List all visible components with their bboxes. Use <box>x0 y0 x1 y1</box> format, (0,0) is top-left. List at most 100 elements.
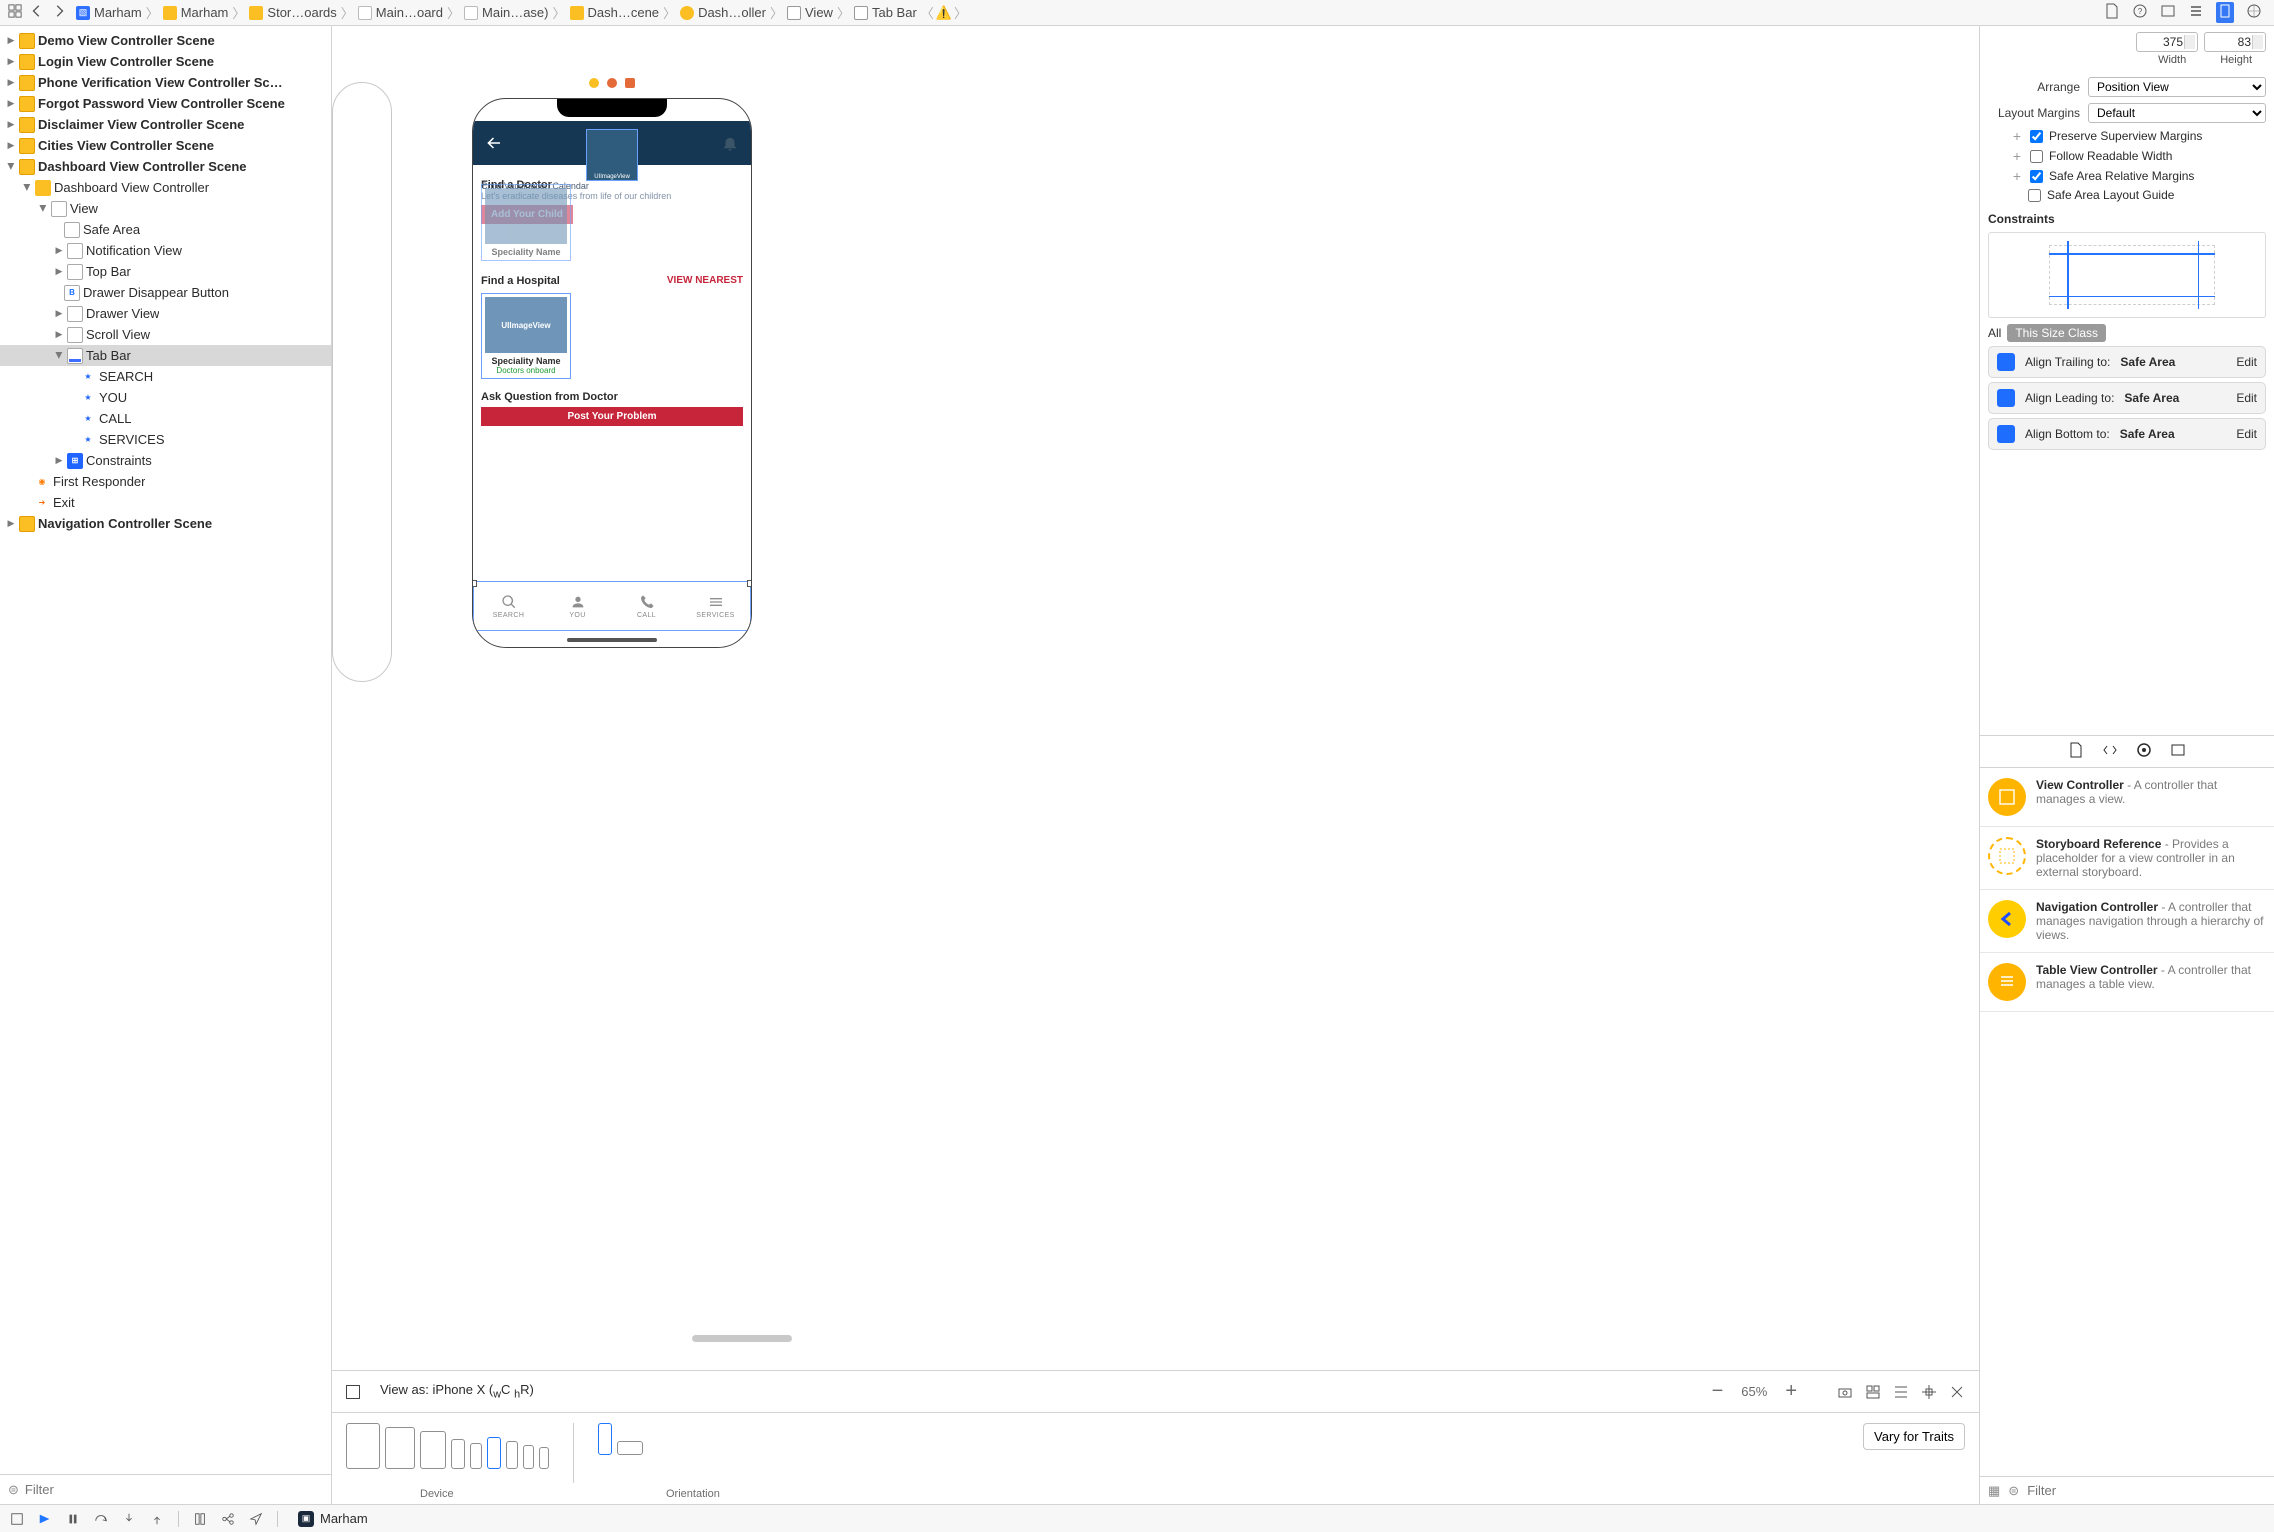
outline-toggle-icon[interactable] <box>346 1385 360 1399</box>
scene-row[interactable]: ▶Navigation Controller Scene <box>0 513 331 534</box>
selection-handle[interactable] <box>472 580 477 587</box>
library-item[interactable]: View Controller - A controller that mana… <box>1980 768 2274 827</box>
orientation-picker[interactable] <box>598 1423 643 1455</box>
help-inspector-icon[interactable]: ? <box>2132 3 2148 22</box>
constraint-item[interactable]: Align Trailing to:Safe AreaEdit <box>1988 346 2266 378</box>
forward-icon[interactable] <box>52 4 66 21</box>
constraint-item[interactable]: Align Leading to:Safe AreaEdit <box>1988 382 2266 414</box>
debug-bar: ▣Marham <box>0 1504 2274 1532</box>
tabitem-row[interactable]: ★SERVICES <box>0 429 331 450</box>
device-picker[interactable] <box>346 1423 549 1469</box>
button-row[interactable]: BDrawer Disappear Button <box>0 282 331 303</box>
attributes-inspector-icon[interactable] <box>2188 3 2204 22</box>
edit-button[interactable]: Edit <box>2236 391 2257 405</box>
view-row[interactable]: ▶Scroll View <box>0 324 331 345</box>
width-field[interactable]: 375 <box>2136 32 2198 52</box>
step-out-icon[interactable] <box>150 1512 164 1526</box>
first-responder-row[interactable]: ◉First Responder <box>0 471 331 492</box>
scene-row[interactable]: ▶Dashboard View Controller Scene <box>0 156 331 177</box>
scene-row[interactable]: ▶Forgot Password View Controller Scene <box>0 93 331 114</box>
view-as-label[interactable]: View as: iPhone X (wC hR) <box>380 1382 534 1401</box>
tabbar-row[interactable]: ▶Tab Bar <box>0 345 331 366</box>
identity-inspector-icon[interactable] <box>2160 3 2176 22</box>
margins-select[interactable]: Default <box>2088 103 2266 123</box>
constraint-item[interactable]: Align Bottom to:Safe AreaEdit <box>1988 418 2266 450</box>
tabitem-row[interactable]: ★CALL <box>0 408 331 429</box>
back-icon[interactable] <box>30 4 44 21</box>
add-icon[interactable]: + <box>2010 148 2024 164</box>
file-inspector-icon[interactable] <box>2104 3 2120 22</box>
connections-inspector-icon[interactable] <box>2246 3 2262 22</box>
size-class-tab[interactable]: This Size Class <box>2007 324 2106 342</box>
library-filter[interactable]: ▦ ⊜ <box>1980 1476 2274 1504</box>
arrange-select[interactable]: Position View <box>2088 77 2266 97</box>
edit-button[interactable]: Edit <box>2236 427 2257 441</box>
scene-row[interactable]: ▶Login View Controller Scene <box>0 51 331 72</box>
library-item[interactable]: Storyboard Reference - Provides a placeh… <box>1980 827 2274 890</box>
warning-icon[interactable]: ⚠️ <box>936 5 952 21</box>
add-icon[interactable]: + <box>2010 128 2024 144</box>
breadcrumb[interactable]: ▧Marham〉 Marham〉 Stor…oards〉 Main…oard〉 … <box>74 3 2092 22</box>
home-indicator <box>567 638 657 642</box>
view-nearest-button: VIEW NEAREST <box>667 275 743 286</box>
breakpoints-toggle-icon[interactable] <box>10 1512 24 1526</box>
library-item[interactable]: Navigation Controller - A controller tha… <box>1980 890 2274 953</box>
step-in-icon[interactable] <box>122 1512 136 1526</box>
project-indicator[interactable]: ▣Marham <box>298 1511 368 1527</box>
constraints-row[interactable]: ▶⊞Constraints <box>0 450 331 471</box>
safe-area-row[interactable]: Safe Area <box>0 219 331 240</box>
media-library-icon[interactable] <box>2170 742 2186 761</box>
assistant-grid-icon[interactable] <box>8 4 22 21</box>
document-outline: ▶Demo View Controller Scene ▶Login View … <box>0 26 332 1504</box>
continue-icon[interactable] <box>38 1512 52 1526</box>
location-icon[interactable] <box>249 1512 263 1526</box>
selection-handle[interactable] <box>747 580 752 587</box>
grid-icon[interactable]: ▦ <box>1988 1483 2000 1499</box>
align-icon[interactable] <box>1893 1384 1909 1400</box>
outline-filter[interactable]: ⊜ <box>0 1474 331 1504</box>
object-library-list[interactable]: View Controller - A controller that mana… <box>1980 768 2274 1477</box>
scene-row[interactable]: ▶Disclaimer View Controller Scene <box>0 114 331 135</box>
object-library-icon[interactable] <box>2136 742 2152 761</box>
safe-relative-check[interactable] <box>2030 170 2043 183</box>
pin-icon[interactable] <box>1921 1384 1937 1400</box>
scene-row[interactable]: ▶Cities View Controller Scene <box>0 135 331 156</box>
tabitem-row[interactable]: ★SEARCH <box>0 366 331 387</box>
vc-row[interactable]: ▶Dashboard View Controller <box>0 177 331 198</box>
step-over-icon[interactable] <box>94 1512 108 1526</box>
edit-button[interactable]: Edit <box>2236 355 2257 369</box>
library-filter-input[interactable] <box>2027 1483 2266 1498</box>
memory-graph-icon[interactable] <box>221 1512 235 1526</box>
scene-row[interactable]: ▶Phone Verification View Controller Sc… <box>0 72 331 93</box>
view-row[interactable]: ▶Notification View <box>0 240 331 261</box>
pause-icon[interactable] <box>66 1512 80 1526</box>
view-row[interactable]: ▶Top Bar <box>0 261 331 282</box>
zoom-in-button[interactable]: + <box>1785 1380 1797 1403</box>
update-frames-icon[interactable] <box>1837 1384 1853 1400</box>
view-row[interactable]: ▶View <box>0 198 331 219</box>
readable-width-check[interactable] <box>2030 150 2043 163</box>
exit-row[interactable]: ➔Exit <box>0 492 331 513</box>
embed-icon[interactable] <box>1865 1384 1881 1400</box>
resolve-icon[interactable] <box>1949 1384 1965 1400</box>
code-snippet-icon[interactable] <box>2102 742 2118 761</box>
debug-view-icon[interactable] <box>193 1512 207 1526</box>
file-template-icon[interactable] <box>2068 742 2084 761</box>
storyboard-canvas[interactable]: UIImageView Find a Doctor Child Vaccinat… <box>332 26 1979 1370</box>
safe-guide-check[interactable] <box>2028 189 2041 202</box>
all-tab[interactable]: All <box>1988 326 2001 340</box>
horizontal-scrollbar[interactable] <box>692 1335 792 1342</box>
outline-filter-input[interactable] <box>25 1482 323 1497</box>
size-inspector-icon[interactable] <box>2216 2 2234 23</box>
height-field[interactable]: 83 <box>2204 32 2266 52</box>
scene-row[interactable]: ▶Demo View Controller Scene <box>0 30 331 51</box>
preserve-margins-check[interactable] <box>2030 130 2043 143</box>
menu-icon <box>708 594 724 610</box>
add-icon[interactable]: + <box>2010 168 2024 184</box>
view-row[interactable]: ▶Drawer View <box>0 303 331 324</box>
zoom-out-button[interactable]: − <box>1712 1380 1724 1403</box>
vary-traits-button[interactable]: Vary for Traits <box>1863 1423 1965 1450</box>
tabitem-row[interactable]: ★YOU <box>0 387 331 408</box>
library-item[interactable]: Table View Controller - A controller tha… <box>1980 953 2274 1012</box>
constraints-diagram[interactable] <box>1988 232 2266 318</box>
